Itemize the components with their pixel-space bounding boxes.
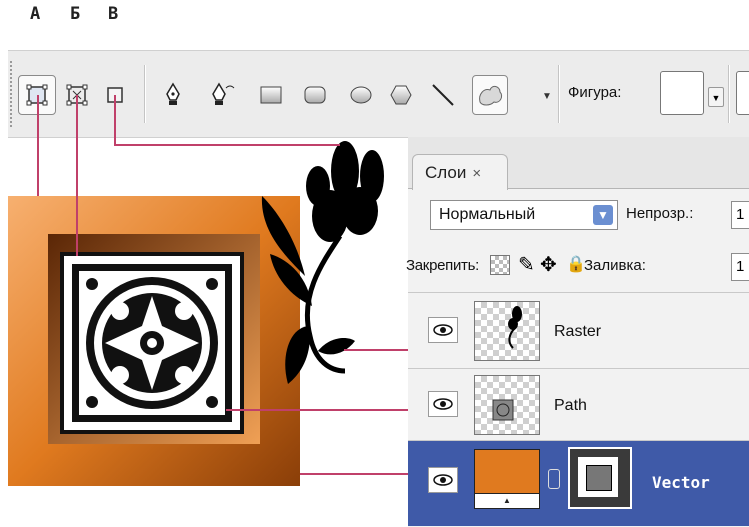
custom-shape-dropdown-arrow-icon[interactable]: ▼	[542, 91, 552, 102]
lock-transparent-pixels-icon[interactable]	[490, 255, 510, 275]
custom-shape-icon	[479, 85, 503, 106]
lock-all-icon[interactable]: 🔒	[566, 254, 586, 274]
layer-thumbnail-path	[474, 375, 540, 435]
lock-image-pixels-icon[interactable]: ✎	[518, 252, 535, 277]
style-swatch[interactable]	[736, 71, 749, 115]
toolbar-separator	[728, 65, 730, 123]
opacity-field[interactable]: 1	[731, 201, 749, 229]
triangle-icon: ▲	[503, 496, 511, 505]
chevron-down-icon: ▼	[593, 205, 613, 225]
blend-mode-value: Нормальный	[439, 206, 536, 223]
close-icon[interactable]: ×	[472, 165, 481, 182]
layer-name: Path	[554, 397, 587, 414]
layer-name: Vector	[652, 473, 710, 492]
opacity-label: Непрозр.:	[626, 205, 694, 222]
layer-name: Raster	[554, 323, 602, 340]
shape-preset-dropdown-arrow-icon[interactable]: ▼	[708, 87, 724, 107]
custom-shape-tool-button[interactable]	[472, 75, 508, 115]
fill-label: Заливка:	[584, 257, 646, 274]
vector-mask-thumbnail[interactable]	[568, 447, 632, 509]
tab-layers-label: Слои	[425, 163, 467, 182]
blend-mode-select[interactable]: Нормальный ▼	[430, 200, 618, 230]
layer-row-path[interactable]: Path	[408, 368, 749, 440]
toolbar-separator	[558, 65, 560, 123]
link-icon[interactable]	[548, 469, 560, 489]
callout-line-c	[114, 95, 340, 146]
layer-row-vector[interactable]: ▲ Vector	[408, 440, 749, 526]
shape-preset-swatch[interactable]	[660, 71, 704, 115]
shape-label: Фигура:	[568, 84, 622, 101]
layer-row-raster[interactable]: Raster	[408, 292, 749, 368]
eye-icon[interactable]	[428, 391, 458, 417]
callout-lines	[37, 95, 460, 475]
layer-fill-thumbnail[interactable]: ▲	[474, 449, 540, 509]
lock-position-icon[interactable]: ✥	[540, 252, 557, 277]
layer-thumbnail-raster	[474, 301, 540, 361]
eye-icon[interactable]	[428, 317, 458, 343]
tab-layers[interactable]: Слои ×	[412, 154, 508, 190]
fill-field[interactable]: 1	[731, 253, 749, 281]
lock-label: Закрепить:	[406, 257, 480, 274]
eye-icon[interactable]	[428, 467, 458, 493]
